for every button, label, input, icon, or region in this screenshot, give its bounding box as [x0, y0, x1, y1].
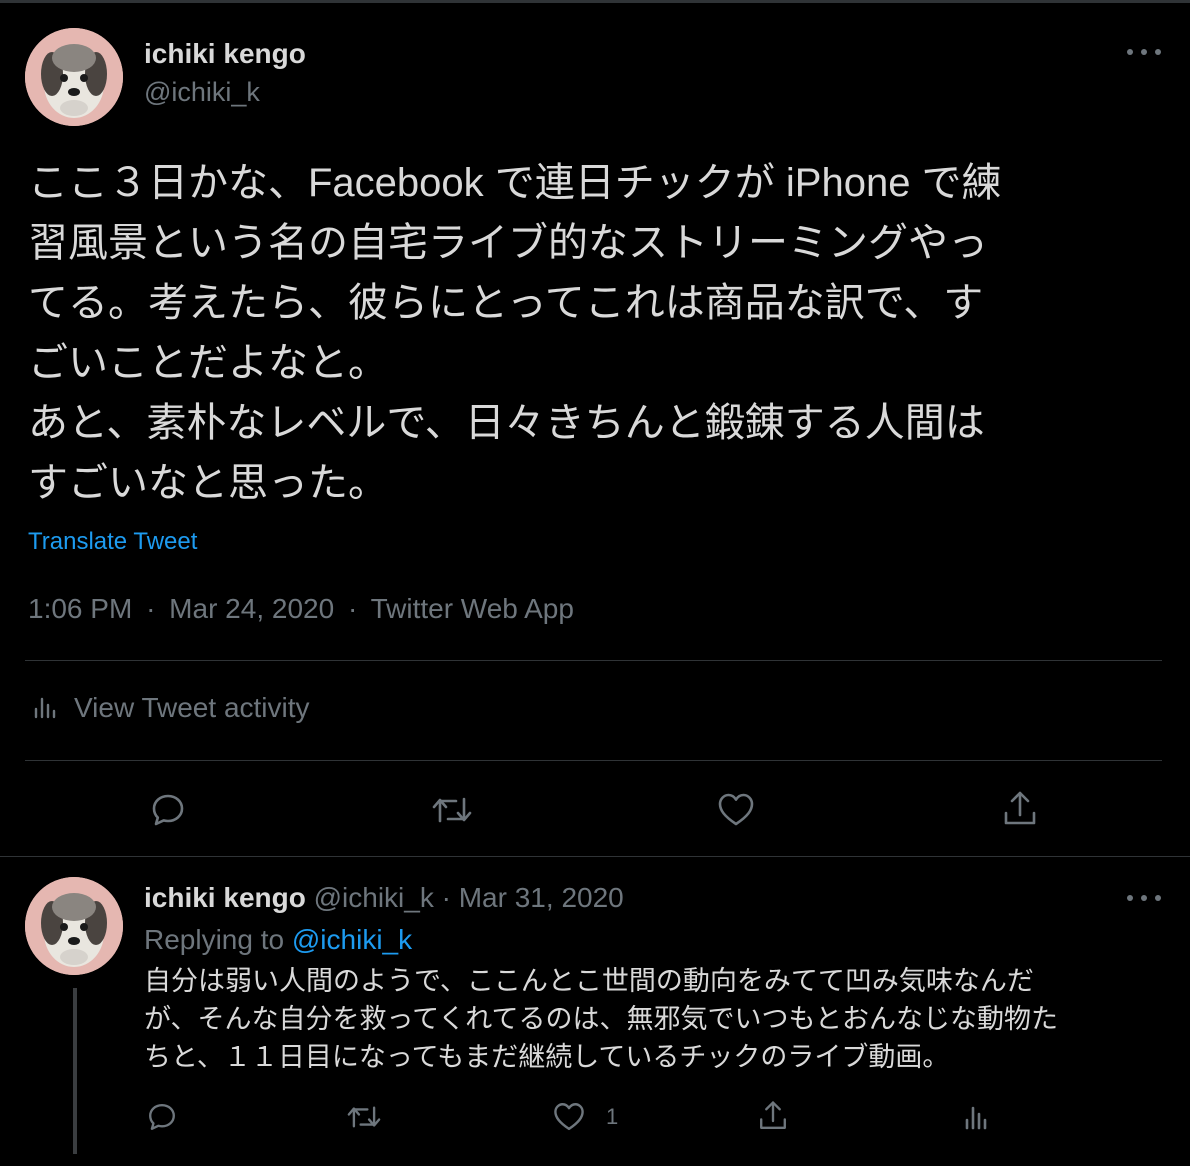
- tweet-text-line: ごいことだよなと。: [28, 341, 388, 385]
- separator: ·: [146, 593, 156, 624]
- reply-text: 自分は弱い人間のようで、ここんとこ世間の動向をみてて凹み気味なんだ が、そんな自…: [144, 962, 1058, 1076]
- tweet-text-line: すごいなと思った。: [28, 461, 388, 505]
- tweet-text-line: ここ３日かな、Facebook で連日チックが iPhone で練: [28, 161, 1002, 205]
- heart-icon[interactable]: [715, 790, 757, 830]
- retweet-icon[interactable]: [430, 790, 474, 830]
- tweet-source[interactable]: Twitter Web App: [371, 593, 574, 624]
- like-button[interactable]: 1: [552, 1100, 618, 1134]
- share-icon[interactable]: [756, 1098, 790, 1134]
- replying-prefix: Replying to: [144, 924, 292, 955]
- more-horizontal-icon[interactable]: [1127, 892, 1161, 904]
- more-horizontal-icon[interactable]: [1127, 46, 1161, 58]
- tweet-date[interactable]: Mar 24, 2020: [169, 593, 334, 624]
- reply-header: ichiki kengo @ichiki_k · Mar 31, 2020: [144, 882, 624, 914]
- tweet-text: ここ３日かな、Facebook で連日チックが iPhone で練 習風景という…: [28, 153, 1168, 513]
- heart-icon: [552, 1100, 586, 1134]
- top-border: [0, 0, 1190, 3]
- view-activity-label: View Tweet activity: [74, 692, 310, 723]
- tweet-meta: 1:06 PM · Mar 24, 2020 · Twitter Web App: [28, 593, 574, 625]
- view-activity-button[interactable]: View Tweet activity: [30, 692, 310, 724]
- reply-text-line: 自分は弱い人間のようで、ここんとこ世間の動向をみてて凹み気味なんだ: [144, 966, 1034, 996]
- user-handle[interactable]: @ichiki_k: [144, 77, 260, 108]
- tweet-text-line: あと、素朴なレベルで、日々きちんと鍛錬する人間は: [28, 401, 985, 445]
- thread-line: [73, 988, 77, 1154]
- divider: [25, 760, 1162, 761]
- divider: [25, 660, 1162, 661]
- divider: [0, 856, 1190, 857]
- like-count: 1: [606, 1104, 619, 1129]
- separator: ·: [441, 882, 451, 913]
- user-handle[interactable]: @ichiki_k: [314, 882, 434, 913]
- analytics-icon: [30, 693, 60, 723]
- display-name[interactable]: ichiki kengo: [144, 882, 306, 913]
- display-name[interactable]: ichiki kengo: [144, 38, 306, 70]
- tweet-time[interactable]: 1:06 PM: [28, 593, 132, 624]
- tweet-text-line: 習風景という名の自宅ライブ的なストリーミングやっ: [28, 221, 988, 265]
- analytics-icon[interactable]: [960, 1100, 992, 1134]
- avatar[interactable]: [25, 28, 123, 126]
- share-icon[interactable]: [1000, 788, 1040, 830]
- reply-text-line: が、そんな自分を救ってくれてるのは、無邪気でいつもとおんなじな動物た: [144, 1004, 1058, 1034]
- replying-to: Replying to @ichiki_k: [144, 924, 412, 956]
- translate-tweet-link[interactable]: Translate Tweet: [28, 528, 197, 556]
- separator: ·: [347, 593, 358, 624]
- reply-icon[interactable]: [148, 790, 188, 830]
- tweet-text-line: てる。考えたら、彼らにとってこれは商品な訳で、す: [28, 281, 984, 325]
- retweet-icon[interactable]: [344, 1100, 384, 1134]
- avatar[interactable]: [25, 877, 123, 975]
- replying-handle[interactable]: @ichiki_k: [292, 924, 412, 955]
- reply-text-line: ちと、１１日目になってもまだ継続しているチックのライブ動画。: [144, 1042, 950, 1072]
- reply-icon[interactable]: [145, 1100, 179, 1134]
- reply-date[interactable]: Mar 31, 2020: [459, 882, 624, 913]
